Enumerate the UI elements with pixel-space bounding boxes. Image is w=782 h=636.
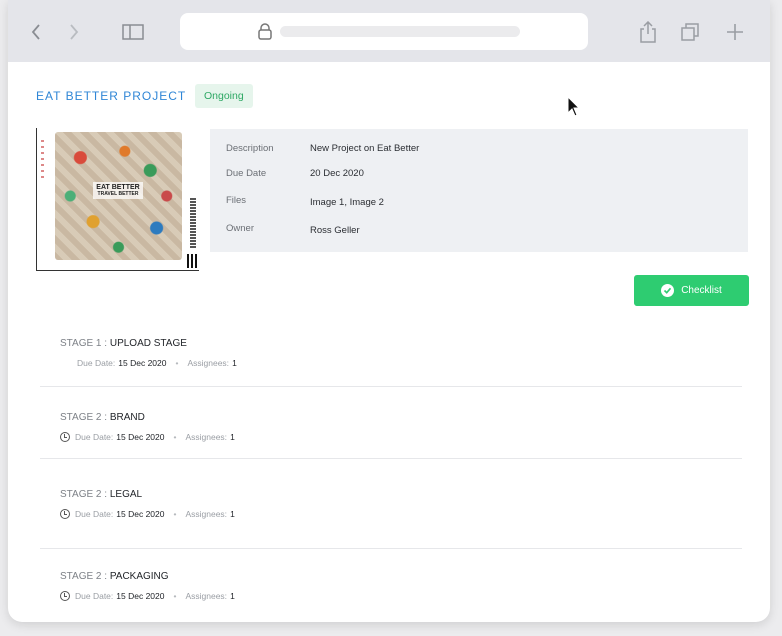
artwork-logo: EAT BETTER TRAVEL BETTER [93,182,143,200]
back-icon[interactable] [25,21,47,43]
files-label: Files [226,195,247,206]
stage-item[interactable]: STAGE 2 : PACKAGING Due Date: 15 Dec 2020… [40,571,742,611]
project-thumbnail[interactable]: EAT BETTER TRAVEL BETTER [36,128,199,271]
files-value[interactable]: Image 1, Image 2 [310,197,384,208]
status-badge: Ongoing [195,84,253,108]
due-date-value: 20 Dec 2020 [310,168,364,179]
browser-toolbar [8,0,770,62]
packaging-artwork: EAT BETTER TRAVEL BETTER [55,132,182,260]
address-bar[interactable] [180,13,588,50]
project-page: EAT BETTER PROJECT Ongoing EAT BETTER TR… [8,62,770,622]
clock-icon [60,509,70,519]
clock-icon [60,432,70,442]
mouse-cursor-icon [567,96,581,117]
stage-meta: Due Date: 15 Dec 2020 • Assignees: 1 [60,509,235,519]
stage-meta: Due Date: 15 Dec 2020 • Assignees: 1 [77,358,237,368]
url-placeholder [280,26,520,37]
stage-item[interactable]: STAGE 2 : LEGAL Due Date: 15 Dec 2020 • A… [40,489,742,549]
description-value: New Project on Eat Better [310,143,420,154]
checklist-button[interactable]: Checklist [634,275,749,306]
stage-title: STAGE 2 : LEGAL [60,489,143,500]
stage-title: STAGE 1 : UPLOAD STAGE [60,338,187,349]
owner-label: Owner [226,223,254,234]
forward-icon[interactable] [63,21,85,43]
stage-title: STAGE 2 : PACKAGING [60,571,169,582]
lock-icon [258,23,272,45]
stage-divider [40,458,742,459]
qr-code-icon [187,254,199,268]
ruler-marks [41,138,44,178]
stage-meta: Due Date: 15 Dec 2020 • Assignees: 1 [60,432,235,442]
check-icon [661,284,675,297]
stage-item[interactable]: STAGE 1 : UPLOAD STAGE Due Date: 15 Dec 2… [40,338,742,388]
clock-icon [60,591,70,601]
stage-title: STAGE 2 : BRAND [60,412,145,423]
share-icon[interactable] [637,21,659,43]
due-date-label: Due Date [226,168,267,179]
new-tab-icon[interactable] [724,21,746,43]
sidebar-icon[interactable] [122,21,144,43]
browser-window: EAT BETTER PROJECT Ongoing EAT BETTER TR… [8,0,770,622]
stage-meta: Due Date: 15 Dec 2020 • Assignees: 1 [60,591,235,601]
project-details-panel: Description New Project on Eat Better Du… [210,129,748,252]
project-title: EAT BETTER PROJECT [36,89,187,103]
tabs-icon[interactable] [679,21,701,43]
stage-divider [40,548,742,549]
stage-divider [40,386,742,387]
artwork-filename-vertical [190,198,196,248]
stage-item[interactable]: STAGE 2 : BRAND Due Date: 15 Dec 2020 • A… [40,412,742,462]
checklist-label: Checklist [681,285,722,296]
description-label: Description [226,143,274,154]
owner-value: Ross Geller [310,225,360,236]
